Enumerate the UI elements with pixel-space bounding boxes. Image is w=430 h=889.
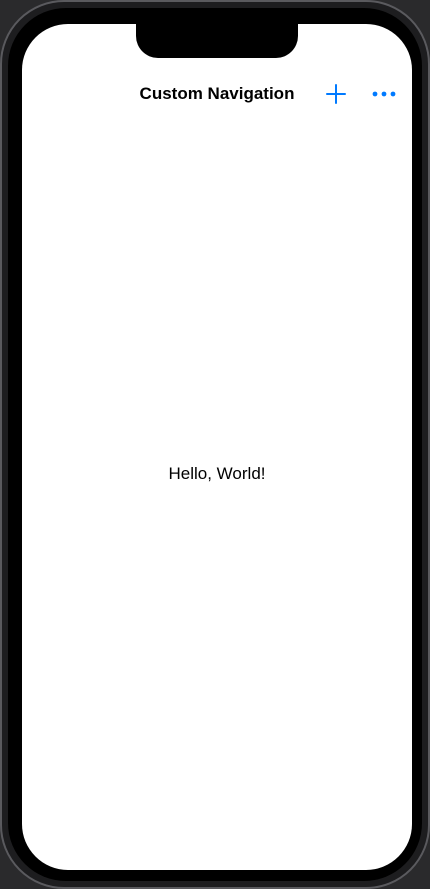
ellipsis-icon [372, 91, 396, 97]
nav-title: Custom Navigation [139, 84, 295, 103]
screen: Custom Navigation Hello, World! [22, 24, 412, 870]
add-button[interactable] [320, 78, 352, 110]
navigation-bar: Custom Navigation [22, 74, 412, 114]
phone-frame: Custom Navigation Hello, World! [0, 0, 430, 889]
plus-icon [326, 84, 346, 104]
hello-world-text: Hello, World! [168, 464, 266, 483]
more-button[interactable] [368, 78, 400, 110]
notch [136, 24, 298, 58]
